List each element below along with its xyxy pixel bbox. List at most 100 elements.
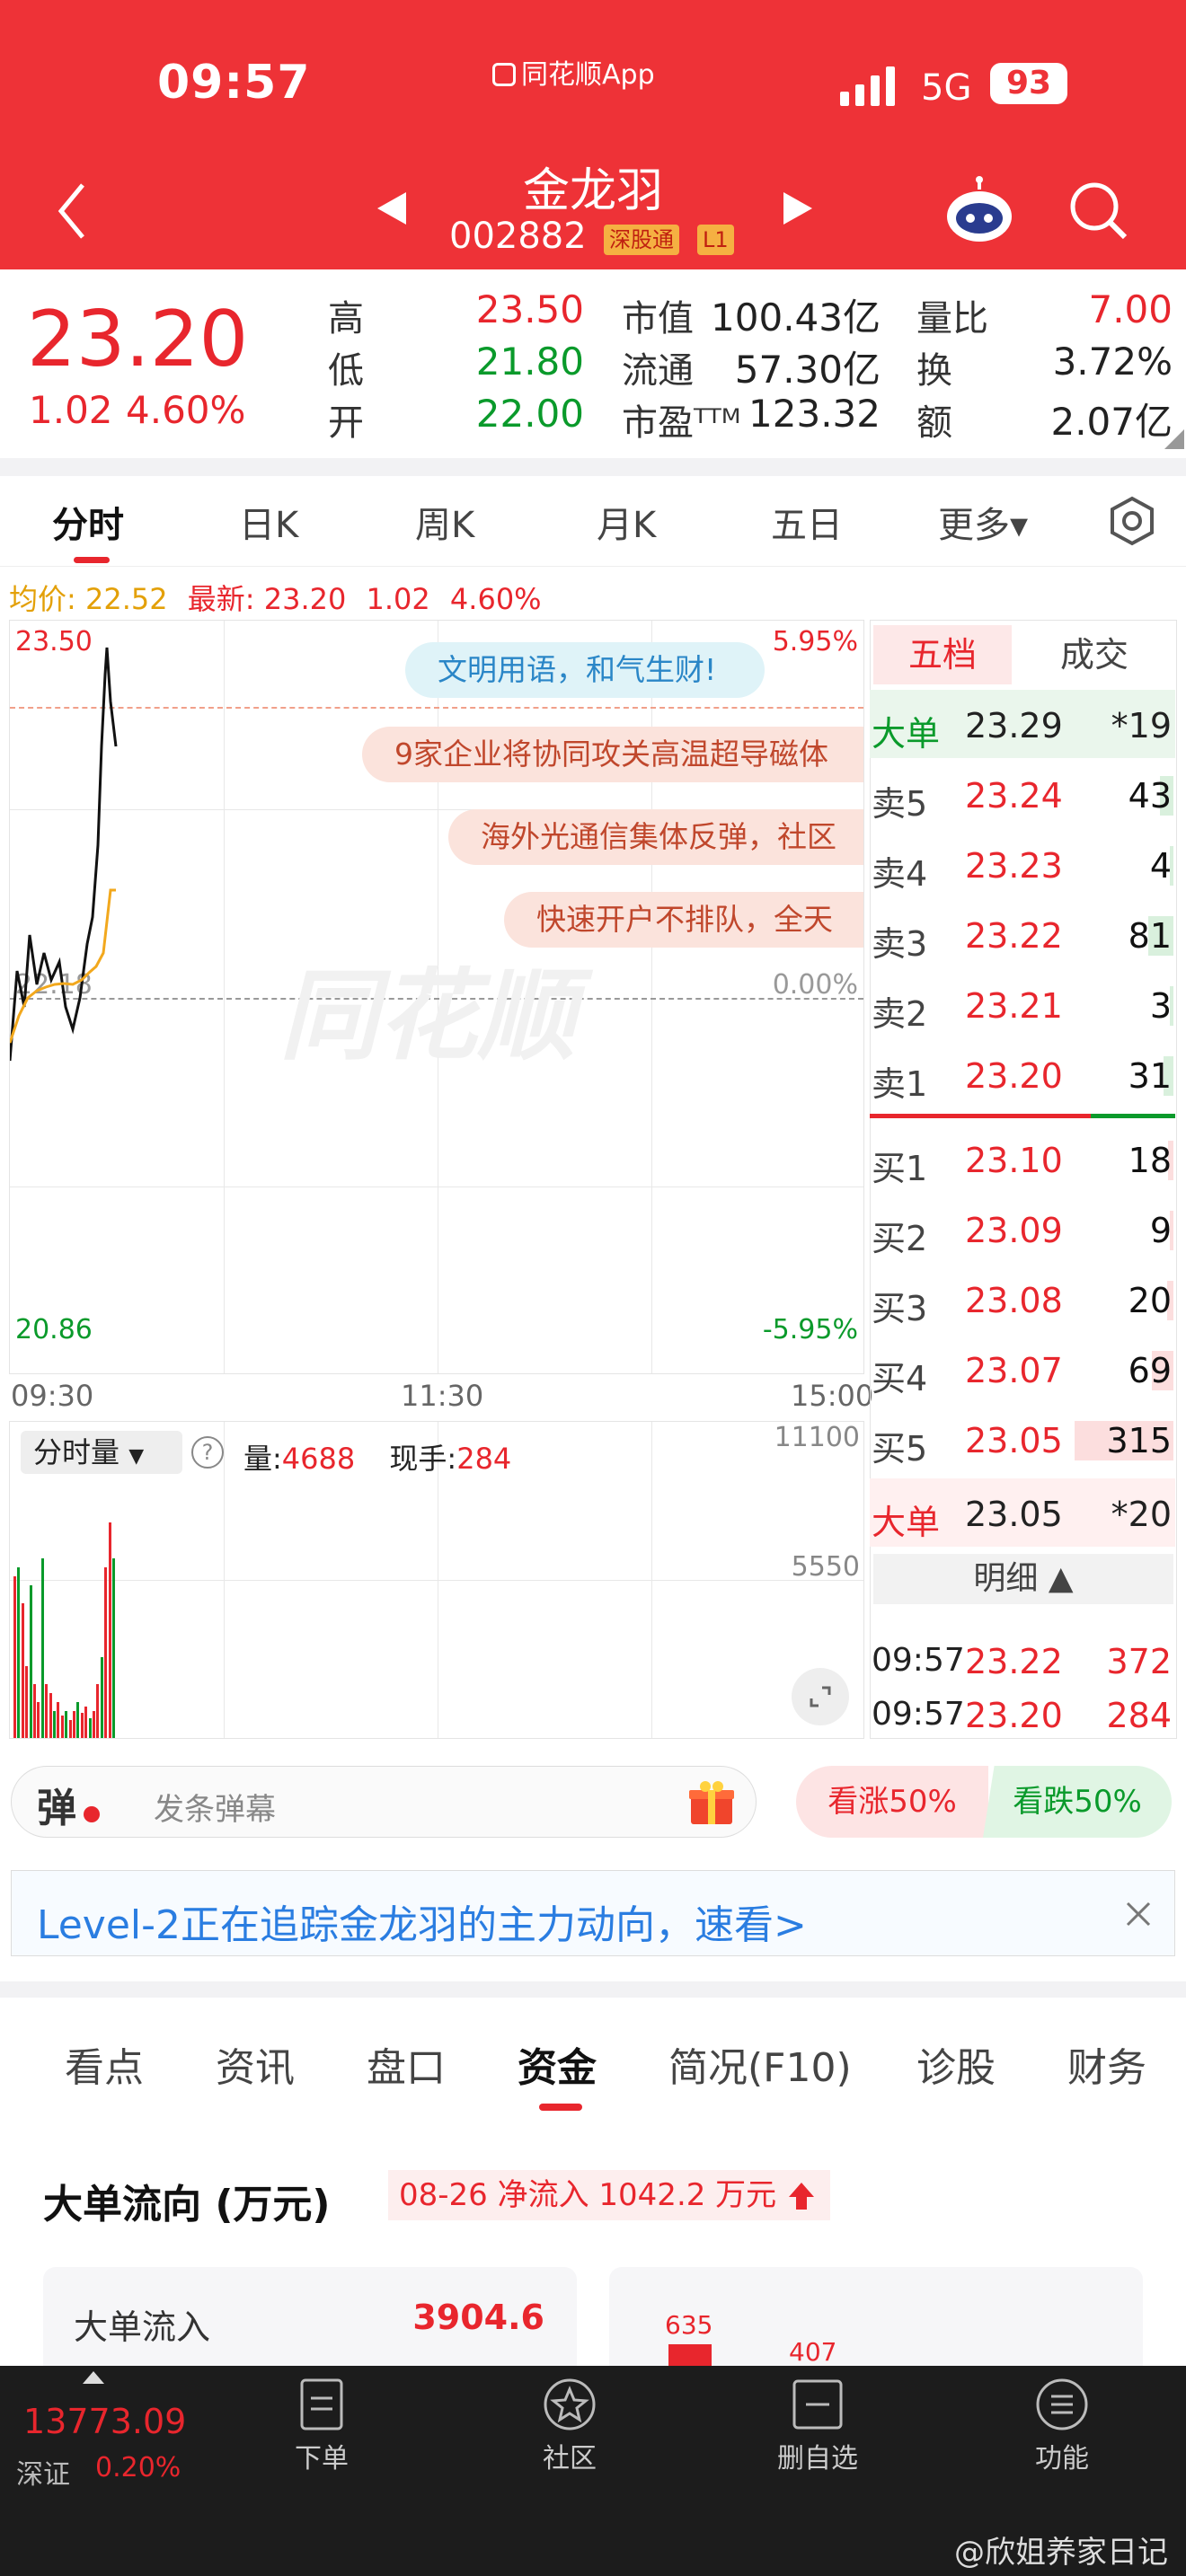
nav-functions-label: 功能 bbox=[1035, 2443, 1089, 2475]
next-stock-icon[interactable] bbox=[782, 190, 814, 226]
volume-bar bbox=[80, 1713, 84, 1738]
source-watermark: @欣姐养家日记 bbox=[954, 2535, 1168, 2571]
level-price: 23.23 bbox=[965, 846, 1063, 886]
tab-intraday[interactable]: 分时 bbox=[52, 496, 124, 548]
help-icon[interactable]: ? bbox=[191, 1436, 224, 1469]
tab-handicap[interactable]: 盘口 bbox=[367, 2035, 446, 2093]
level-price: 23.24 bbox=[965, 776, 1063, 816]
level2-banner[interactable]: Level-2正在追踪金龙羽的主力动向，速看> bbox=[11, 1870, 1175, 1956]
signal-icon bbox=[840, 66, 895, 106]
vote-down-button[interactable]: 看跌50% bbox=[983, 1766, 1172, 1838]
nav-functions[interactable]: 功能 bbox=[972, 2377, 1152, 2475]
chart-settings-icon[interactable] bbox=[1107, 496, 1157, 546]
float-cap-value: 57.30亿 bbox=[734, 348, 881, 392]
gift-icon[interactable] bbox=[687, 1779, 736, 1826]
volume-bar bbox=[88, 1718, 92, 1738]
big-order-qty: *20 bbox=[1111, 1495, 1172, 1534]
bid-ask-ratio-bar bbox=[870, 1114, 1091, 1118]
tab-diagnosis[interactable]: 诊股 bbox=[916, 2035, 996, 2093]
robot-assistant-icon[interactable] bbox=[943, 175, 1015, 245]
bullet-message[interactable]: 文明用语，和气生财! bbox=[405, 642, 765, 698]
latest-label: 最新: bbox=[187, 582, 255, 616]
volume-bar bbox=[96, 1684, 100, 1738]
turnover-label: 换 bbox=[916, 350, 952, 392]
current-price: 23.20 bbox=[27, 295, 249, 384]
big-order-label: 大单 bbox=[872, 1503, 941, 1542]
tab-capital[interactable]: 资金 bbox=[518, 2035, 597, 2093]
volume-label: 量: bbox=[243, 1442, 282, 1476]
bullet-message[interactable]: 海外光通信集体反弹，社区 bbox=[448, 809, 863, 865]
close-icon[interactable] bbox=[1124, 1900, 1153, 1928]
index-pct: 0.20% bbox=[95, 2452, 181, 2483]
intraday-chart[interactable]: 同花顺 23.50 5.95% 22.18 0.00% 20.86 -5.95%… bbox=[9, 620, 864, 1374]
tab-profile[interactable]: 简况(F10) bbox=[668, 2035, 852, 2093]
trade-price: 23.22 bbox=[965, 1642, 1063, 1681]
inflow-card[interactable]: 大单流入 3904.6 bbox=[43, 2267, 577, 2366]
tab-weekly-k[interactable]: 周K bbox=[415, 496, 474, 548]
bullet-message[interactable]: 9家企业将协同攻关高温超导磁体 bbox=[362, 727, 863, 782]
chart-info-line: 均价: 22.52 最新: 23.20 1.02 4.60% bbox=[9, 577, 542, 618]
danmaku-icon[interactable]: 弹 bbox=[37, 1776, 76, 1833]
tab-financials[interactable]: 财务 bbox=[1067, 2035, 1146, 2093]
volume-chart[interactable]: 分时量 ▼ ? 量:4688 现手:284 11100 5550 bbox=[9, 1421, 864, 1739]
bid-level-row: 买1 23.10 18 bbox=[870, 1125, 1175, 1193]
detail-toggle[interactable]: 明细 ▲ bbox=[873, 1554, 1173, 1604]
bid-ask-ratio-bar bbox=[1091, 1114, 1175, 1118]
fund-flow-summary-text: 08-26 净流入 1042.2 万元 bbox=[399, 2177, 777, 2213]
ask-level-row: 卖2 23.21 3 bbox=[870, 970, 1175, 1038]
volume-bars bbox=[10, 1422, 115, 1738]
current-hand-value: 284 bbox=[456, 1442, 512, 1476]
nav-community[interactable]: 社区 bbox=[480, 2377, 659, 2475]
tab-daily-k[interactable]: 日K bbox=[239, 496, 298, 548]
expand-up-icon[interactable] bbox=[83, 2371, 104, 2384]
trade-time: 09:57 bbox=[872, 1642, 965, 1679]
fund-flow-chart[interactable]: 635 407 bbox=[609, 2267, 1143, 2367]
index-name: 深证 bbox=[16, 2459, 70, 2491]
tab-monthly-k[interactable]: 月K bbox=[597, 496, 656, 548]
level-label: 买2 bbox=[872, 1219, 928, 1258]
current-hand-label: 现手: bbox=[389, 1442, 457, 1476]
volume-value: 4688 bbox=[281, 1442, 356, 1476]
level-qty: 81 bbox=[1128, 916, 1172, 956]
level-price: 23.20 bbox=[965, 1056, 1063, 1096]
tab-more[interactable]: 更多▾ bbox=[938, 496, 1028, 548]
expand-corner-icon[interactable] bbox=[1164, 429, 1184, 449]
level-price: 23.21 bbox=[965, 986, 1063, 1026]
tab-order-book[interactable]: 五档 bbox=[873, 625, 1012, 684]
level2-banner-text: Level-2正在追踪金龙羽的主力动向，速看> bbox=[37, 1902, 807, 1948]
big-order-label: 大单 bbox=[872, 714, 941, 754]
active-tab-indicator bbox=[539, 2104, 582, 2111]
price-change-pct: 4.60% bbox=[126, 388, 246, 432]
ask-level-row: 卖4 23.23 4 bbox=[870, 830, 1175, 898]
volume-bar bbox=[13, 1576, 16, 1738]
volume-bar bbox=[53, 1711, 56, 1738]
market-cap-value: 100.43亿 bbox=[711, 296, 881, 340]
big-order-price: 23.05 bbox=[965, 1495, 1063, 1534]
danmaku-input-bar[interactable]: 弹 发条弹幕 bbox=[11, 1766, 757, 1838]
low-value: 21.80 bbox=[475, 340, 584, 384]
tab-highlights[interactable]: 看点 bbox=[65, 2035, 144, 2093]
vote-up-button[interactable]: 看涨50% bbox=[796, 1766, 988, 1838]
trade-time: 09:57 bbox=[872, 1696, 965, 1733]
nav-order[interactable]: 下单 bbox=[232, 2377, 412, 2475]
ask-level-row: 卖3 23.22 81 bbox=[870, 900, 1175, 968]
tab-news[interactable]: 资讯 bbox=[216, 2035, 295, 2093]
bottom-nav: 13773.09 深证 0.20% 下单 社区 删自选 功能 @欣姐养家日记 bbox=[0, 2366, 1186, 2576]
volume-bar bbox=[65, 1711, 68, 1738]
tag-hk-connect: 深股通 bbox=[604, 225, 679, 255]
volume-bar bbox=[93, 1711, 95, 1738]
tab-five-day[interactable]: 五日 bbox=[771, 496, 843, 548]
level-price: 23.22 bbox=[965, 916, 1063, 956]
level-qty: 9 bbox=[1149, 1211, 1172, 1250]
open-value: 22.00 bbox=[475, 392, 584, 436]
bullet-message[interactable]: 快速开户不排队，全天 bbox=[504, 892, 863, 948]
tab-trades[interactable]: 成交 bbox=[1015, 625, 1173, 684]
divider bbox=[0, 1981, 1186, 1998]
level-label: 卖5 bbox=[872, 784, 928, 824]
nav-remove-watchlist[interactable]: 删自选 bbox=[728, 2377, 907, 2475]
fullscreen-icon[interactable] bbox=[792, 1668, 849, 1725]
search-icon[interactable] bbox=[1067, 180, 1130, 243]
avg-label: 均价: bbox=[9, 582, 76, 616]
index-value[interactable]: 13773.09 bbox=[23, 2402, 186, 2441]
app-icon bbox=[492, 63, 516, 86]
